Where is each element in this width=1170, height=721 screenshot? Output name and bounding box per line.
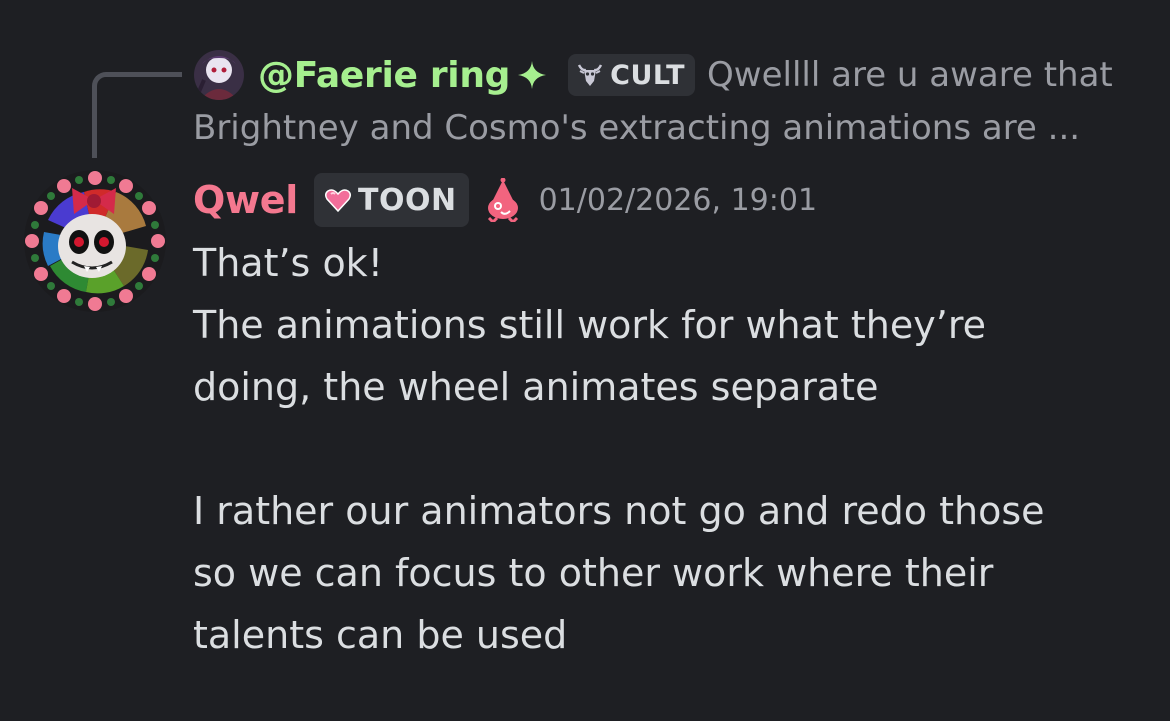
message-body: That’s ok! The animations still work for… [193, 232, 1133, 666]
reply-tag-label: CULT [610, 59, 686, 91]
author-name[interactable]: Qwel [193, 178, 298, 222]
message-line: doing, the wheel animates separate [193, 365, 879, 409]
reply-snippet-line2[interactable]: Brightney and Cosmo's extracting animati… [193, 108, 1080, 148]
goat-skull-icon [578, 64, 603, 86]
pink-heart-icon [325, 189, 352, 213]
sparkle-icon [518, 61, 547, 89]
reply-preview[interactable]: @Faerie ring CULT Qwellll are u aware th… [194, 50, 1113, 100]
pink-clown-icon [487, 178, 518, 222]
message-line: I rather our animators not go and redo t… [193, 489, 1045, 533]
message-line: so we can focus to other work where thei… [193, 551, 994, 595]
author-tag[interactable]: TOON [314, 173, 469, 227]
reply-connector [92, 72, 182, 158]
message-line: That’s ok! [193, 241, 383, 285]
author-tag-label: TOON [358, 182, 457, 218]
author-avatar[interactable] [24, 170, 166, 312]
reply-snippet-line1[interactable]: Qwellll are u aware that [707, 55, 1113, 95]
message-header: Qwel TOON 01/02/2026, 19:01 [193, 173, 817, 227]
message-line: talents can be used [193, 613, 568, 657]
reply-author-name[interactable]: @Faerie ring [258, 55, 510, 96]
message-timestamp: 01/02/2026, 19:01 [538, 182, 818, 218]
reply-author-tag[interactable]: CULT [568, 54, 696, 96]
message-blank-line [193, 418, 1133, 480]
message-line: The animations still work for what they’… [193, 303, 986, 347]
chat-message: @Faerie ring CULT Qwellll are u aware th… [0, 0, 1170, 721]
reply-author-avatar[interactable] [194, 50, 244, 100]
